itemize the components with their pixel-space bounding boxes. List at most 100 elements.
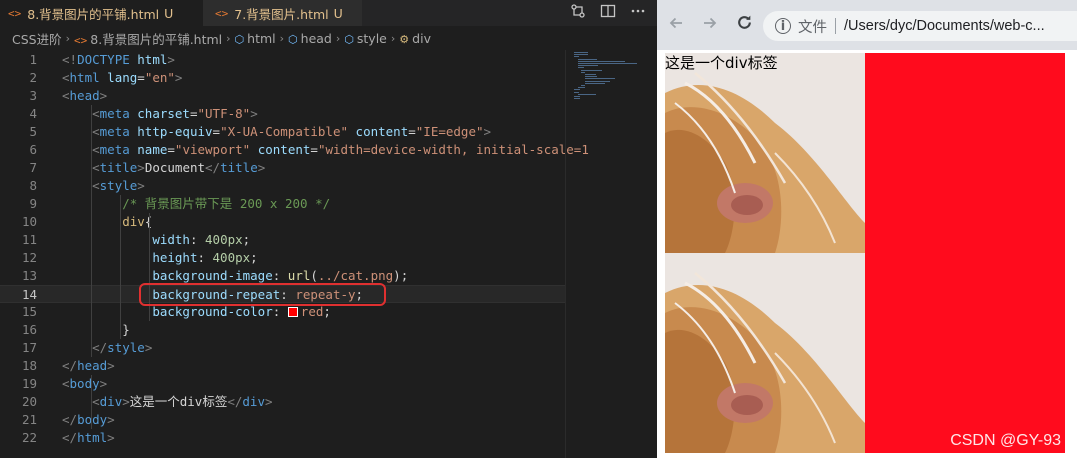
- code-line[interactable]: 1 <!DOCTYPE html>: [0, 51, 565, 69]
- code-line[interactable]: 4 <meta charset="UTF-8">: [0, 105, 565, 123]
- code-token: /* 背景图片带下是 200 x 200 */: [122, 196, 331, 211]
- code-token: >: [257, 160, 266, 175]
- line-number: 15: [21, 304, 37, 319]
- code-token: </: [62, 412, 78, 427]
- breadcrumb-item[interactable]: CSS进阶: [12, 29, 62, 48]
- code-line[interactable]: 7 <title>Document</title>: [0, 159, 565, 177]
- code-line[interactable]: 22 </html>: [0, 429, 565, 447]
- code-line[interactable]: 6 <meta name="viewport" content="width=d…: [0, 141, 588, 159]
- watermark: CSDN @GY-93: [950, 432, 1061, 449]
- code-token: content: [355, 124, 409, 139]
- code-token: >: [137, 178, 145, 193]
- code-line[interactable]: 18 </head>: [0, 357, 565, 375]
- line-content: <meta name="viewport" content="width=dev…: [62, 141, 589, 159]
- breadcrumb-label: div: [412, 30, 431, 46]
- line-content: <title>Document</title>: [62, 159, 265, 177]
- reload-button[interactable]: [729, 14, 759, 36]
- minimap-line: [577, 65, 599, 67]
- code-line[interactable]: 12 height: 400px;: [0, 249, 565, 267]
- code-token: "en": [144, 70, 175, 85]
- line-number: 14: [21, 287, 37, 302]
- code-line[interactable]: 16 }: [0, 321, 565, 339]
- code-token: (: [310, 268, 318, 283]
- tab-label: 7.背景图片.html: [234, 6, 329, 22]
- code-token: charset: [137, 106, 190, 121]
- code-line[interactable]: 11 width: 400px;: [0, 231, 565, 249]
- split-editor-icon[interactable]: [599, 3, 617, 23]
- code-line[interactable]: 9 /* 背景图片带下是 200 x 200 */: [0, 195, 565, 213]
- element-icon: ⬡: [344, 32, 354, 46]
- line-number: 8: [29, 178, 37, 193]
- code-line[interactable]: 5 <meta http-equiv="X-UA-Compatible" con…: [0, 123, 565, 141]
- code-token: >: [107, 430, 115, 445]
- code-token: >: [122, 394, 130, 409]
- url-text: /Users/dyc/Documents/web-c...: [844, 18, 1045, 34]
- code-token: http-equiv: [137, 124, 213, 139]
- line-number: 9: [29, 196, 37, 211]
- code-token: background-color: [152, 304, 273, 319]
- address-bar[interactable]: i 文件 /Users/dyc/Documents/web-c...: [763, 11, 1077, 41]
- info-icon[interactable]: i: [775, 18, 791, 34]
- code-token: 400px: [205, 232, 243, 247]
- back-button[interactable]: [661, 15, 691, 36]
- code-token: "width=device-width, initial-scale=1: [317, 142, 589, 157]
- code-line[interactable]: 19 <body>: [0, 375, 565, 393]
- code-token: 400px: [212, 250, 251, 265]
- untracked-badge: U: [333, 5, 343, 21]
- code-token: head: [69, 88, 100, 103]
- tab-label: 8.背景图片的平铺.html: [27, 6, 160, 22]
- breadcrumb-label: 8.背景图片的平铺.html: [90, 31, 223, 47]
- tab-8-background-tiling[interactable]: <> 8.背景图片的平铺.html U: [0, 0, 203, 26]
- breadcrumb-label: head: [300, 30, 332, 46]
- code-token: div: [122, 214, 145, 229]
- breadcrumb-item[interactable]: ⬡ head: [288, 31, 332, 46]
- browser-toolbar: i 文件 /Users/dyc/Documents/web-c...: [657, 0, 1077, 50]
- breadcrumb-separator-icon: ›: [226, 31, 231, 45]
- breadcrumb-separator-icon: ›: [335, 31, 341, 45]
- code-line[interactable]: 2 <html lang="en">: [0, 69, 565, 87]
- minimap[interactable]: [565, 50, 657, 458]
- breadcrumb-item[interactable]: ⬡ style: [344, 31, 387, 46]
- line-content: <!DOCTYPE html>: [62, 51, 175, 69]
- breadcrumb-item[interactable]: <> 8.背景图片的平铺.html: [74, 29, 222, 48]
- code-token: body: [77, 412, 108, 427]
- code-token: );: [393, 268, 409, 283]
- more-actions-icon[interactable]: [629, 3, 647, 23]
- minimap-line: [574, 56, 580, 58]
- code-line[interactable]: 3 <head>: [0, 87, 565, 105]
- breadcrumb-item[interactable]: ⚙ div: [399, 31, 431, 46]
- line-number: 10: [21, 214, 37, 229]
- tab-7-background-image[interactable]: <> 7.背景图片.html U: [203, 0, 363, 26]
- code-token: width: [152, 232, 190, 247]
- minimap-line: [574, 54, 589, 56]
- minimap-line: [584, 74, 597, 75]
- code-area[interactable]: 1 <!DOCTYPE html> 2 <html lang="en"> 3 <head>…: [0, 50, 589, 458]
- code-token: :: [197, 250, 213, 265]
- open-changes-icon[interactable]: [569, 3, 587, 23]
- line-number: 20: [21, 394, 37, 409]
- minimap-line: [574, 91, 580, 93]
- code-line[interactable]: 20 <div>这是一个div标签</div>: [0, 393, 565, 411]
- code-token: ;: [250, 250, 258, 265]
- line-content: <div>这是一个div标签</div>: [62, 393, 272, 411]
- line-number: 2: [29, 70, 37, 85]
- code-line[interactable]: 10 div{: [0, 213, 565, 231]
- html-file-icon: <>: [74, 33, 88, 47]
- breadcrumb-item[interactable]: ⬡ html: [235, 31, 276, 46]
- line-number: 1: [29, 52, 37, 67]
- code-token: >: [250, 106, 258, 121]
- address-divider: [835, 18, 836, 34]
- element-icon: ⬡: [234, 32, 245, 46]
- code-token: style: [99, 178, 138, 193]
- code-token: }: [122, 322, 130, 337]
- code-line[interactable]: 17 </style>: [0, 339, 565, 357]
- code-token: >: [137, 160, 145, 175]
- code-token: html: [137, 52, 168, 67]
- color-swatch-icon: [287, 307, 298, 317]
- forward-button[interactable]: [695, 15, 725, 36]
- code-line[interactable]: 8 <style>: [0, 177, 565, 195]
- code-line[interactable]: 21 </body>: [0, 411, 565, 429]
